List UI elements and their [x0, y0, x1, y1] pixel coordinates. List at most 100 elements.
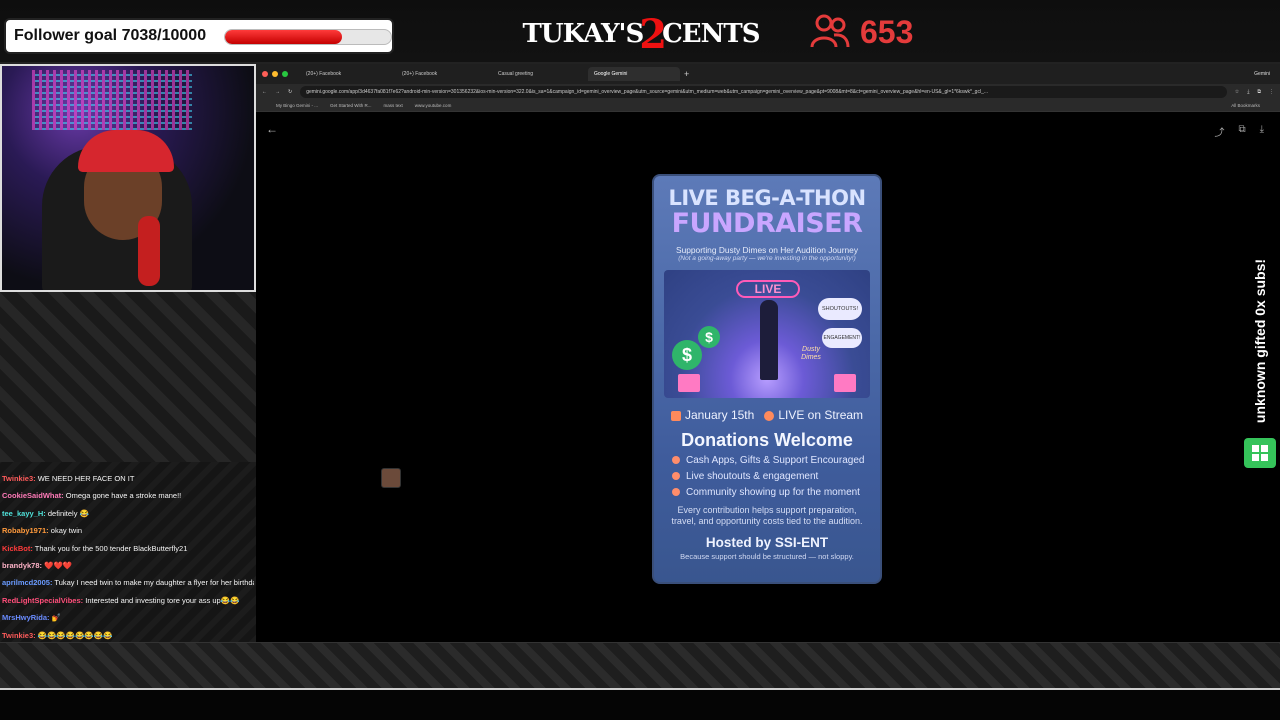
all-bookmarks-button[interactable]: All Bookmarks: [1231, 103, 1260, 108]
poster-contribution-note: Every contribution helps support prepara…: [671, 505, 863, 526]
chat-message: MrsHwyRida: 💅: [2, 609, 254, 626]
share-icon[interactable]: ⤴: [1214, 124, 1224, 139]
poster-footer: Because support should be structured — n…: [680, 552, 854, 561]
fundraiser-poster-image: LIVE BEG-A-THON FUNDRAISER Supporting Du…: [652, 174, 882, 584]
chat-text: ❤️❤️❤️: [44, 561, 73, 571]
chat-username[interactable]: Twinkie3:: [2, 631, 36, 640]
chat-username[interactable]: brandyk78:: [2, 561, 42, 570]
follower-goal-widget: Follower goal 7038/10000: [4, 18, 394, 54]
tab-strip: (20+) Facebook (20+) Facebook Casual gre…: [256, 64, 1280, 84]
menu-icon[interactable]: ⋮: [1269, 89, 1274, 95]
image-viewer: ← ⤴ ⧉ ⤓ LIVE BEG-A-THON FUNDRAISER Suppo…: [256, 116, 1280, 642]
bookmarks-bar: My Bingo Gemini - ... Get Started With R…: [256, 100, 1280, 112]
new-tab-button[interactable]: +: [684, 69, 689, 79]
address-bar-row: ← → ↻ gemini.google.com/app/3d4637fa081f…: [256, 84, 1280, 100]
poster-item: Community showing up for the moment: [672, 485, 880, 501]
reload-icon[interactable]: ↻: [288, 89, 292, 95]
bullet-icon: [672, 456, 680, 465]
chat-username[interactable]: MrsHwyRida:: [2, 613, 50, 622]
copy-icon[interactable]: ⧉: [1238, 124, 1245, 139]
tab-facebook-2[interactable]: (20+) Facebook: [396, 67, 488, 81]
gift-icon: [678, 374, 700, 392]
poster-location-text: LIVE on Stream: [778, 408, 864, 422]
poster-live-sign: LIVE: [736, 280, 800, 298]
follower-goal-progress-bar: [224, 29, 392, 45]
metal-panel: [0, 292, 256, 462]
chat-username[interactable]: KickBot:: [2, 544, 33, 553]
bookmark-item[interactable]: My Bingo Gemini - ...: [276, 103, 318, 108]
dollar-icon: $: [698, 326, 720, 348]
gift-icon: [834, 374, 856, 392]
streamer-cap: [78, 130, 174, 172]
browser-window: (20+) Facebook (20+) Facebook Casual gre…: [256, 64, 1280, 642]
viewer-counter: 653: [810, 10, 913, 54]
viewers-icon: [810, 14, 850, 48]
chat-username[interactable]: Twinkie3:: [2, 474, 36, 483]
stream-root: Follower goal 7038/10000 TUKAY'S 2 CENTS…: [0, 0, 1280, 720]
window-controls: [262, 71, 288, 77]
poster-item: Cash Apps, Gifts & Support Encouraged: [672, 453, 880, 469]
viewer-back-icon[interactable]: ←: [266, 122, 278, 136]
tab-facebook-1[interactable]: (20+) Facebook: [300, 67, 392, 81]
bookmark-item[interactable]: mass text: [384, 103, 403, 108]
chat-text: 💅: [51, 613, 61, 623]
chat-username[interactable]: aprilmcd2005:: [2, 578, 52, 587]
bookmark-item[interactable]: www.youtube.com: [415, 103, 452, 108]
tab-casual-greeting[interactable]: Casual greeting: [492, 67, 584, 81]
calendar-icon: [670, 410, 681, 421]
pin-icon: [764, 410, 775, 421]
poster-date-line: January 15th LIVE on Stream: [654, 408, 880, 422]
shoutouts-bubble: SHOUTOUTS!: [818, 298, 862, 320]
poster-location: LIVE on Stream: [764, 408, 863, 422]
chat-username[interactable]: Robaby1971:: [2, 526, 49, 535]
poster-items-list: Cash Apps, Gifts & Support Encouraged Li…: [654, 453, 880, 501]
extensions-icon[interactable]: ⧉: [1257, 89, 1261, 95]
poster-item: Live shoutouts & engagement: [672, 469, 880, 485]
chat-message: RedLightSpecialVibes: Interested and inv…: [2, 592, 254, 609]
channel-logo: TUKAY'S 2 CENTS: [523, 11, 761, 58]
chat-text: definitely 😂: [47, 508, 89, 518]
bullet-icon: [672, 472, 680, 481]
poster-item-text: Community showing up for the moment: [686, 487, 860, 498]
chat-text: Tukay I need twin to make my daughter a …: [54, 578, 254, 588]
poster-donations-heading: Donations Welcome: [681, 430, 853, 450]
logo-right-text: CENTS: [662, 19, 760, 49]
viewer-toolbar: ⤴ ⧉ ⤓: [1214, 124, 1264, 139]
poster-stage-illustration: LIVE SHOUTOUTS! ENGAGEMENT! Dusty Dimes …: [664, 270, 870, 398]
viewer-count: 653: [860, 13, 914, 50]
chat-username[interactable]: RedLightSpecialVibes:: [2, 596, 83, 605]
profile-chip[interactable]: Gemini: [1254, 71, 1270, 77]
forward-icon[interactable]: →: [275, 89, 280, 95]
microphone: [138, 216, 160, 286]
poster-subtitle-note: (Not a going-away party — we're investin…: [678, 255, 856, 262]
download-image-icon[interactable]: ⤓: [1260, 124, 1264, 139]
poster-item-text: Cash Apps, Gifts & Support Encouraged: [686, 455, 865, 466]
poster-item-text: Live shoutouts & engagement: [686, 471, 819, 482]
chat-message: tee_kayy_H: definitely 😂: [2, 505, 254, 522]
chat-username[interactable]: tee_kayy_H:: [2, 509, 46, 518]
chat-text: WE NEED HER FACE ON IT: [37, 474, 135, 483]
bookmark-star-icon[interactable]: ☆: [1235, 89, 1239, 95]
follower-goal-progress-fill: [225, 30, 342, 44]
url-field[interactable]: gemini.google.com/app/3d4637fa081f7e62?a…: [300, 86, 1227, 98]
close-window-button[interactable]: [262, 71, 268, 77]
back-icon[interactable]: ←: [262, 89, 267, 95]
subs-banner-text: unknown gifted 0x subs!: [1252, 258, 1268, 424]
poster-date: January 15th: [670, 408, 754, 422]
tab-google-gemini[interactable]: Google Gemini: [588, 67, 680, 81]
bookmark-item[interactable]: Get Started With R...: [330, 103, 372, 108]
download-icon[interactable]: ⤓: [1247, 89, 1249, 95]
maximize-window-button[interactable]: [282, 71, 288, 77]
chat-message: Twinkie3: WE NEED HER FACE ON IT: [2, 470, 254, 487]
bottom-black-strip: [0, 690, 1280, 720]
chat-message: CookieSaidWhat: Omega gone have a stroke…: [2, 487, 254, 504]
minimize-window-button[interactable]: [272, 71, 278, 77]
led-lights: [32, 70, 192, 130]
logo-left-text: TUKAY'S: [522, 19, 645, 49]
poster-hosted-by: Hosted by SSI-ENT: [705, 535, 829, 550]
stream-top-bar: Follower goal 7038/10000 TUKAY'S 2 CENTS…: [0, 0, 1280, 64]
singer-silhouette: [760, 300, 778, 380]
poster-title-line2: FUNDRAISER: [671, 208, 863, 239]
chat-username[interactable]: CookieSaidWhat:: [2, 491, 64, 500]
chat-text: Interested and investing tore your ass u…: [85, 595, 240, 605]
